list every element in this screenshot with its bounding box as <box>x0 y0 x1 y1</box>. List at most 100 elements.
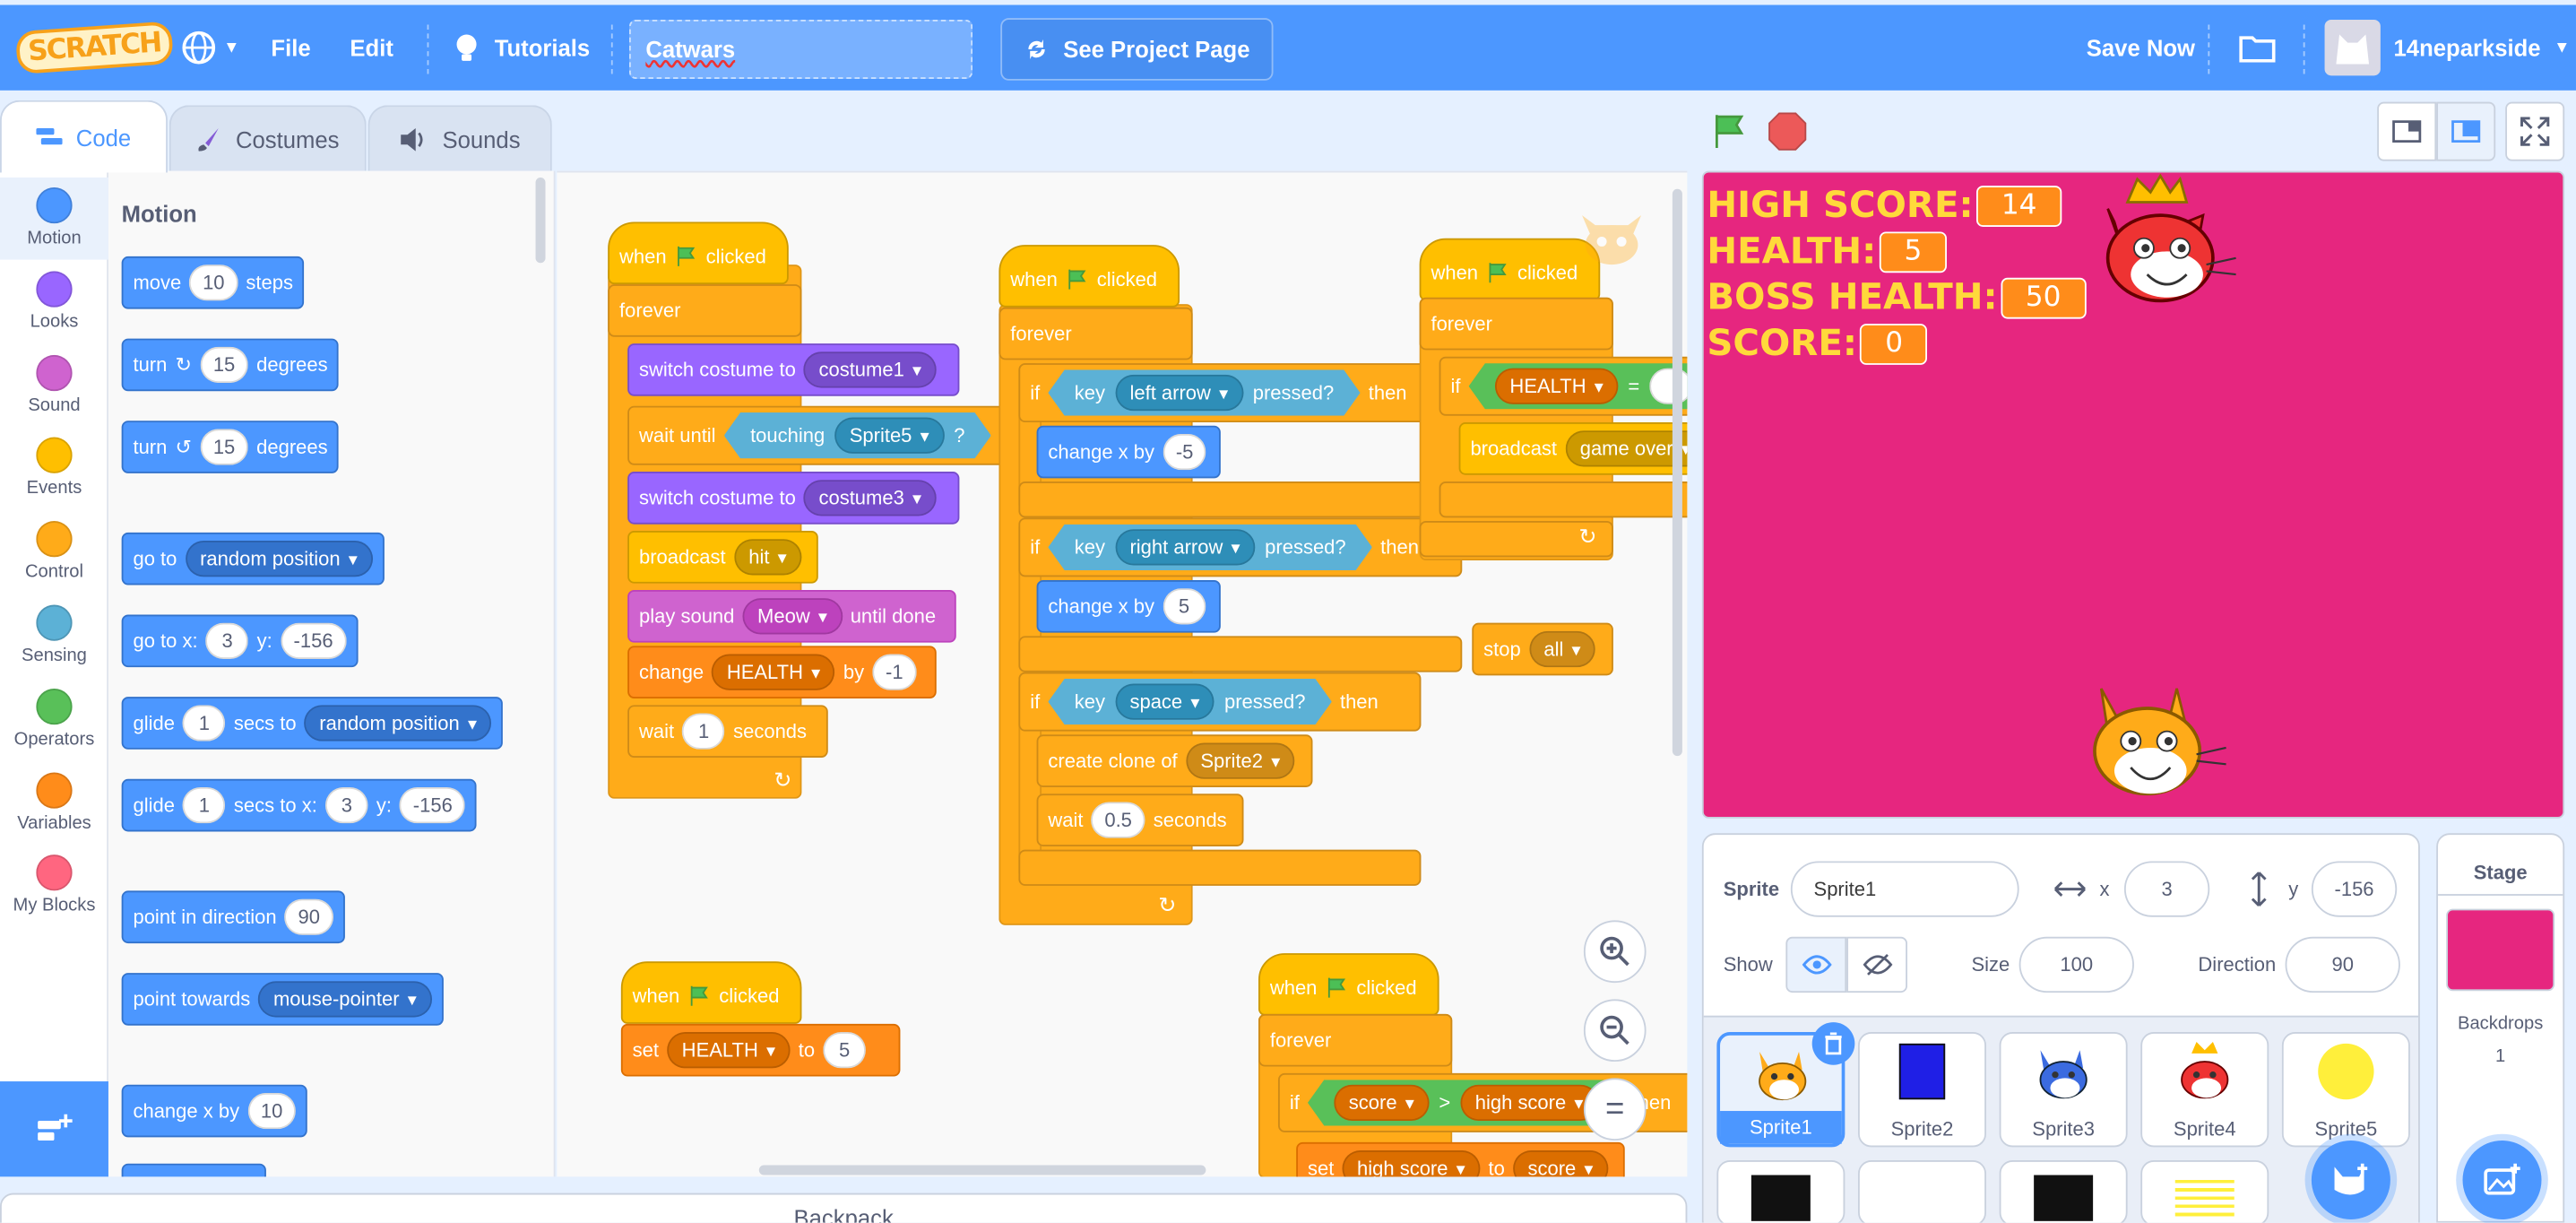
glide-xy-block[interactable]: glide 1 secs to x: 3 y: -156 <box>121 778 478 832</box>
change-variable-block[interactable]: changeHEALTHby-1 <box>627 646 937 698</box>
palette-scrollbar[interactable] <box>535 177 546 264</box>
player-cat-sprite[interactable] <box>2079 679 2230 811</box>
sprite-tile[interactable] <box>2140 1160 2269 1223</box>
wait-block[interactable]: wait 0.5 seconds <box>1036 794 1244 846</box>
edit-menu[interactable]: Edit <box>350 4 393 90</box>
broadcast-block[interactable]: broadcast game over <box>1458 422 1688 475</box>
workspace-vscrollbar[interactable] <box>1672 188 1682 757</box>
set-variable-block[interactable]: sethigh scoretoscore <box>1296 1141 1625 1177</box>
sprite-tile-sprite4[interactable]: Sprite4 <box>2140 1032 2269 1148</box>
fullscreen-button[interactable] <box>2505 101 2565 161</box>
category-looks[interactable]: Looks <box>0 261 108 343</box>
stop-button[interactable] <box>1768 112 1807 160</box>
create-clone-block[interactable]: create clone of Sprite2 <box>1036 734 1313 787</box>
tutorials-button[interactable]: Tutorials <box>452 4 590 90</box>
if-right-arrow-block[interactable]: if keyright arrowpressed? then <box>1018 517 1463 577</box>
equals-condition[interactable]: HEALTH= <box>1469 363 1688 409</box>
zoom-reset-button[interactable]: = <box>1583 1078 1647 1141</box>
sprite-tile[interactable] <box>1999 1160 2128 1223</box>
sprite-tile-sprite5[interactable]: Sprite5 <box>2281 1032 2410 1148</box>
broadcast-block[interactable]: broadcast hit <box>627 531 818 584</box>
zoom-out-button[interactable] <box>1583 999 1647 1063</box>
key-pressed-condition[interactable]: keyright arrowpressed? <box>1048 525 1372 570</box>
sprite-tile-sprite3[interactable]: Sprite3 <box>1999 1032 2128 1148</box>
play-sound-block[interactable]: play soundMeowuntil done <box>627 590 956 643</box>
small-stage-button[interactable] <box>2377 101 2437 161</box>
go-to-block[interactable]: go to random position <box>121 532 385 585</box>
sprite-tile[interactable] <box>1858 1160 1986 1223</box>
when-flag-clicked-hat[interactable]: when clicked <box>1258 953 1439 1016</box>
set-variable-block[interactable]: setHEALTHto5 <box>620 1023 901 1077</box>
show-hidden-button[interactable] <box>1846 936 1907 993</box>
stop-all-block[interactable]: stop all <box>1472 622 1613 676</box>
add-extension-button[interactable] <box>0 1081 108 1177</box>
workspace-hscrollbar[interactable] <box>758 1165 1206 1175</box>
forever-block[interactable]: forever <box>998 307 1193 360</box>
category-sensing[interactable]: Sensing <box>0 595 108 678</box>
file-menu[interactable]: File <box>271 4 310 90</box>
tab-code[interactable]: Code <box>0 100 168 173</box>
account-menu[interactable]: 14neparkside ▼ <box>2324 4 2570 90</box>
backpack[interactable]: Backpack <box>0 1193 1688 1223</box>
when-flag-clicked-hat[interactable]: when clicked <box>620 961 802 1024</box>
forever-block[interactable]: forever <box>1419 297 1613 351</box>
tab-sounds[interactable]: Sounds <box>367 105 552 171</box>
glide-block[interactable]: glide 1 secs to random position <box>121 697 504 750</box>
switch-costume-block[interactable]: switch costume to costume3 <box>627 472 960 525</box>
change-x-block[interactable]: change x by -5 <box>1036 425 1221 479</box>
key-pressed-condition[interactable]: keyleft arrowpressed? <box>1048 369 1360 415</box>
touching-condition[interactable]: touchingSprite5? <box>724 412 991 458</box>
when-flag-clicked-hat[interactable]: when clicked <box>608 221 789 285</box>
greater-than-condition[interactable]: score>high score <box>1308 1080 1624 1125</box>
choose-backdrop-button[interactable] <box>2462 1141 2542 1220</box>
category-control[interactable]: Control <box>0 511 108 594</box>
project-title-input[interactable]: Catwars <box>629 19 973 79</box>
change-x-block[interactable]: change x by 5 <box>1036 580 1221 633</box>
my-stuff-button[interactable] <box>2239 4 2276 90</box>
category-motion[interactable]: Motion <box>0 177 108 260</box>
script-workspace[interactable]: when clicked forever switch costume to co… <box>557 170 1688 1177</box>
category-operators[interactable]: Operators <box>0 679 108 761</box>
delete-sprite-button[interactable] <box>1811 1022 1855 1065</box>
show-visible-button[interactable] <box>1785 936 1847 993</box>
if-health-block[interactable]: if HEALTH= <box>1439 356 1688 416</box>
stage-selector[interactable]: Stage Backdrops 1 <box>2436 833 2565 1223</box>
zoom-in-button[interactable] <box>1583 920 1647 984</box>
save-now-button[interactable]: Save Now <box>2087 4 2195 90</box>
turn-right-block[interactable]: turn ↻ 15 degrees <box>121 338 340 392</box>
tab-costumes[interactable]: Costumes <box>169 105 367 171</box>
scratch-logo[interactable]: SCRATCH <box>14 4 174 90</box>
sprite-tile-sprite2[interactable]: Sprite2 <box>1858 1032 1986 1148</box>
sprite-name-input[interactable]: Sprite1 <box>1790 861 2019 917</box>
choose-sprite-button[interactable] <box>2311 1141 2390 1220</box>
next-block[interactable] <box>121 1163 266 1177</box>
category-variables[interactable]: Variables <box>0 762 108 845</box>
size-input[interactable]: 100 <box>2018 936 2134 993</box>
wait-block[interactable]: wait 1 seconds <box>627 705 828 758</box>
forever-block[interactable]: forever <box>1258 1013 1453 1067</box>
move-steps-block[interactable]: move 10 steps <box>121 256 305 309</box>
point-towards-block[interactable]: point towards mouse-pointer <box>121 973 444 1026</box>
if-left-arrow-block[interactable]: if keyleft arrowpressed? then <box>1018 363 1453 423</box>
if-space-block[interactable]: if keyspacepressed? then <box>1018 672 1422 732</box>
when-flag-clicked-hat[interactable]: when clicked <box>998 245 1180 308</box>
large-stage-button[interactable] <box>2436 101 2496 161</box>
category-my-blocks[interactable]: My Blocks <box>0 846 108 928</box>
key-pressed-condition[interactable]: keyspacepressed? <box>1048 679 1331 724</box>
change-x-block[interactable]: change x by 10 <box>121 1084 307 1138</box>
see-project-page-button[interactable]: See Project Page <box>1000 18 1274 81</box>
forever-block[interactable]: forever <box>608 284 802 337</box>
go-to-xy-block[interactable]: go to x: 3 y: -156 <box>121 614 359 668</box>
wait-until-block[interactable]: wait until touchingSprite5? <box>627 405 1006 465</box>
y-input[interactable]: -156 <box>2311 861 2398 917</box>
green-flag-button[interactable] <box>1710 112 1750 160</box>
category-events[interactable]: Events <box>0 428 108 510</box>
language-menu[interactable]: ▼ <box>181 4 239 90</box>
turn-left-block[interactable]: turn ↺ 15 degrees <box>121 421 340 473</box>
category-sound[interactable]: Sound <box>0 344 108 427</box>
boss-cat-sprite[interactable] <box>2091 172 2243 314</box>
direction-input[interactable]: 90 <box>2285 936 2400 993</box>
sprite-tile[interactable] <box>1716 1160 1846 1223</box>
switch-costume-block[interactable]: switch costume to costume1 <box>627 343 960 396</box>
stage-canvas[interactable]: HIGH SCORE: 14 HEALTH: 5 BOSS HEALTH: 50 SC… <box>1701 170 2565 819</box>
